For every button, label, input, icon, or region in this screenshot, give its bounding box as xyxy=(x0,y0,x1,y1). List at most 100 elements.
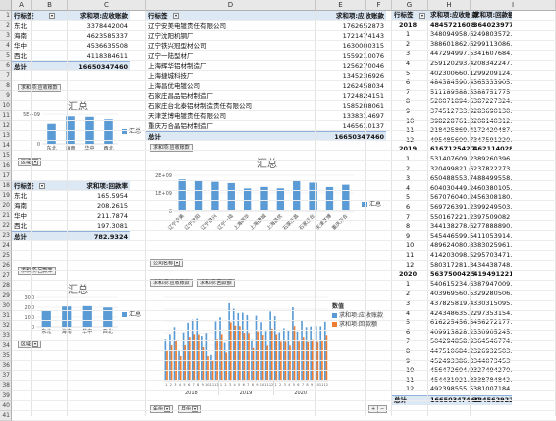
y-tick-label: 2E+09 xyxy=(155,173,172,179)
column-gridline xyxy=(67,11,68,416)
row-header[interactable]: 20 xyxy=(0,201,12,211)
row-header[interactable]: 15 xyxy=(0,151,12,161)
row-label: 2020 xyxy=(399,270,418,279)
row-header[interactable]: 25 xyxy=(0,251,12,261)
cell-value: 326932503.6 xyxy=(473,347,512,355)
row-header[interactable]: 14 xyxy=(0,141,12,151)
row-header[interactable]: 33 xyxy=(0,331,12,341)
column-header[interactable]: F xyxy=(366,0,392,11)
row-header[interactable]: 10 xyxy=(0,101,12,111)
chevron-down-icon[interactable]: ▾ xyxy=(49,13,55,19)
bar xyxy=(187,322,189,381)
row-header[interactable]: 34 xyxy=(0,341,12,351)
column-header[interactable]: H xyxy=(428,0,471,11)
column-header[interactable]: C xyxy=(68,0,146,11)
row-label: 10 xyxy=(406,117,428,127)
row-label: 4 xyxy=(406,183,411,192)
cell-value: 249803572.6 xyxy=(473,30,512,39)
cell-value: 398228761.3 xyxy=(430,117,473,127)
row-header[interactable]: 23 xyxy=(0,231,12,241)
column-header[interactable]: G xyxy=(392,0,428,11)
row-header[interactable]: 6 xyxy=(0,61,12,71)
row-header[interactable]: 5 xyxy=(0,51,12,61)
row-header[interactable]: 35 xyxy=(0,351,12,361)
cell-value: 387947009.2 xyxy=(473,279,512,288)
row-header[interactable]: 17 xyxy=(0,171,12,181)
chart-rate[interactable]: 汇总 0100200300东北海南华中西北 汇总 xyxy=(14,277,142,341)
row-header[interactable]: 11 xyxy=(0,111,12,121)
column-header[interactable]: B xyxy=(32,0,68,11)
bar xyxy=(173,327,176,381)
row-header[interactable]: 24 xyxy=(0,241,12,251)
row-header[interactable]: 2 xyxy=(0,21,12,31)
cell-value: 344073453 xyxy=(473,357,510,367)
bar xyxy=(319,326,322,381)
row-header[interactable]: 40 xyxy=(0,401,12,411)
row-header[interactable]: 7 xyxy=(0,71,12,81)
column-header[interactable]: A xyxy=(12,0,32,11)
row-header[interactable]: 1 xyxy=(0,11,12,21)
row-header[interactable]: 9 xyxy=(0,91,12,101)
row-gridline xyxy=(12,160,556,161)
cell-value: 452493386.3 xyxy=(430,357,473,367)
row-header[interactable]: 37 xyxy=(0,371,12,381)
column-header[interactable]: D xyxy=(146,0,316,11)
row-label: 1 xyxy=(406,30,411,39)
row-header[interactable]: 28 xyxy=(0,281,12,291)
row-header[interactable]: 29 xyxy=(0,291,12,301)
cell-value: 447510684.2 xyxy=(430,347,474,355)
x-tick-label: 辽宁一陆 xyxy=(216,213,235,232)
row-gridline xyxy=(12,20,556,21)
field-button-rate[interactable]: 求和项:回款率 xyxy=(18,267,56,275)
chevron-down-icon[interactable]: ▾ xyxy=(39,183,45,189)
bar xyxy=(293,179,301,211)
row-header[interactable]: 31 xyxy=(0,311,12,321)
row-gridline xyxy=(12,140,556,141)
chevron-down-icon[interactable]: ▾ xyxy=(173,13,179,19)
row-header[interactable]: 41 xyxy=(0,411,12,421)
chart-region-ar[interactable]: 汇总 05E+09东北海南华中西北 汇总 xyxy=(14,94,142,158)
row-gridline xyxy=(12,170,556,171)
row-header[interactable]: 39 xyxy=(0,391,12,401)
collapse-button[interactable]: − xyxy=(377,405,388,413)
chart-company[interactable]: 汇总 0 1E+09 2E+09 辽宁安美 辽宁沈阳 辽宁铁兴 辽宁一陆 上海辉华 上海捷城 上海… xyxy=(148,153,386,257)
pivot-data-row: 12 580317281.3434438748.5 xyxy=(392,261,512,271)
row-header[interactable]: 18 xyxy=(0,181,12,191)
x-tick-label: 上海辉华 xyxy=(232,213,251,232)
row-header[interactable]: 38 xyxy=(0,381,12,391)
select-all-corner[interactable] xyxy=(0,0,12,11)
axis-field-button-month[interactable]: 月份▾ xyxy=(178,405,202,413)
row-header[interactable]: 21 xyxy=(0,211,12,221)
legend-entry-ar: 求和项:应收账款 xyxy=(332,310,383,319)
cell-value: 456308180.5 xyxy=(473,193,512,202)
row-header[interactable]: 12 xyxy=(0,121,12,131)
spreadsheet[interactable]: ABCDEFGHI 1 2 3 4 5 6 7 8 9 10 11 12 13 14 15 16 17 18 19 2… xyxy=(0,0,556,421)
x-tick-label: 5 xyxy=(238,383,240,387)
row-header[interactable]: 4 xyxy=(0,41,12,51)
bar xyxy=(310,326,312,381)
axis-field-button-year[interactable]: 年份▾ xyxy=(150,405,174,413)
bar xyxy=(287,330,290,381)
bar xyxy=(169,334,171,381)
row-header[interactable]: 27 xyxy=(0,271,12,281)
row-header[interactable]: 32 xyxy=(0,321,12,331)
row-header[interactable]: 8 xyxy=(0,81,12,91)
bar xyxy=(166,351,168,381)
x-tick-label: 2 xyxy=(224,383,226,387)
column-header[interactable]: I xyxy=(471,0,556,11)
row-header[interactable]: 26 xyxy=(0,261,12,271)
cell-value: 434438748.5 xyxy=(473,260,512,269)
column-header[interactable]: E xyxy=(316,0,366,11)
row-header[interactable]: 30 xyxy=(0,301,12,311)
axis-field-button-region2[interactable]: 区域 ▾ xyxy=(18,340,42,348)
row-label: 9 xyxy=(406,357,428,367)
row-header[interactable]: 36 xyxy=(0,361,12,371)
row-header[interactable]: 19 xyxy=(0,191,12,201)
chevron-down-icon[interactable]: ▾ xyxy=(419,13,425,19)
x-tick-label: 7 xyxy=(247,383,249,387)
row-header[interactable]: 22 xyxy=(0,221,12,231)
row-header[interactable]: 3 xyxy=(0,31,12,41)
row-header[interactable]: 13 xyxy=(0,131,12,141)
row-gridline xyxy=(12,130,556,131)
row-header[interactable]: 16 xyxy=(0,161,12,171)
